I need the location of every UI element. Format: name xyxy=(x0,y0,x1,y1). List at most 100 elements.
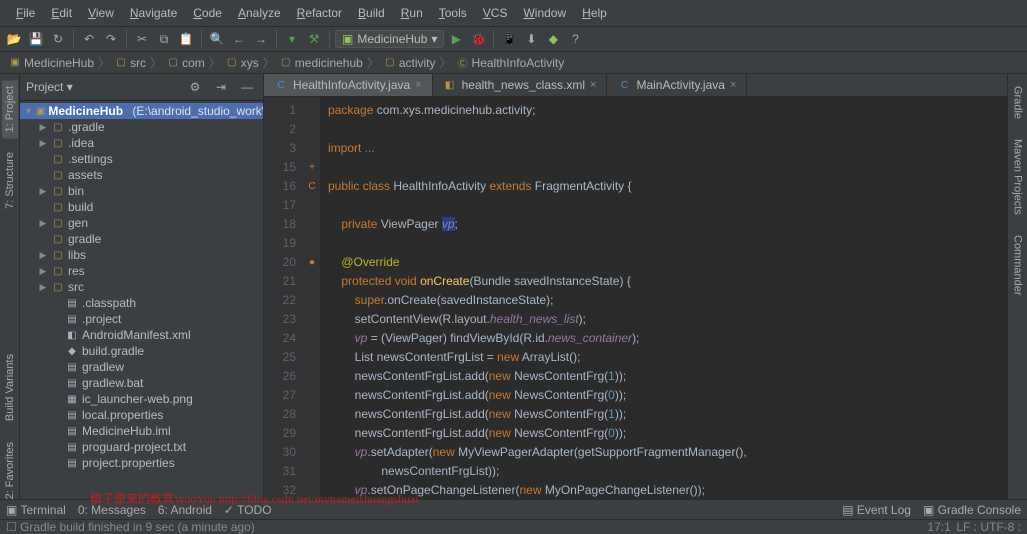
menu-view[interactable]: View xyxy=(80,3,122,23)
menu-navigate[interactable]: Navigate xyxy=(122,3,185,23)
tree-node[interactable]: ▤.classpath xyxy=(20,295,263,311)
close-icon[interactable]: × xyxy=(590,79,596,91)
tab-maven[interactable]: Maven Projects xyxy=(1010,133,1026,221)
copy-icon[interactable]: ⧉ xyxy=(154,29,174,49)
editor-tabs: CHealthInfoActivity.java×◧health_news_cl… xyxy=(264,74,1007,97)
hide-icon[interactable]: — xyxy=(237,77,257,97)
crumb[interactable]: ▣ MedicineHub xyxy=(8,56,94,70)
menu-build[interactable]: Build xyxy=(350,3,393,23)
settings-icon[interactable]: ⚙ xyxy=(185,77,205,97)
find-icon[interactable]: 🔍 xyxy=(207,29,227,49)
folder-icon: ▢ xyxy=(51,216,65,230)
caret-position: 17:1 xyxy=(927,520,950,534)
crumb[interactable]: Ⓒ HealthInfoActivity xyxy=(456,56,565,70)
run-icon[interactable]: ▶ xyxy=(446,29,466,49)
project-tree[interactable]: ▼▣ MedicineHub (E:\android_studio_work\M… xyxy=(20,101,263,505)
collapse-icon[interactable]: ⇥ xyxy=(211,77,231,97)
tree-node[interactable]: ▤proguard-project.txt xyxy=(20,439,263,455)
menu-code[interactable]: Code xyxy=(185,3,230,23)
tab-commander[interactable]: Commander xyxy=(1010,229,1026,302)
tree-node[interactable]: ▤project.properties xyxy=(20,455,263,471)
tab-build-variants[interactable]: Build Variants xyxy=(2,348,18,427)
menu-tools[interactable]: Tools xyxy=(431,3,475,23)
debug-icon[interactable]: 🐞 xyxy=(468,29,488,49)
menu-run[interactable]: Run xyxy=(393,3,431,23)
menu-bar: FileEditViewNavigateCodeAnalyzeRefactorB… xyxy=(0,0,1027,27)
paste-icon[interactable]: 📋 xyxy=(176,29,196,49)
back-icon[interactable]: ← xyxy=(229,29,249,49)
tree-node[interactable]: ▤local.properties xyxy=(20,407,263,423)
tab-event-log[interactable]: ▤ Event Log xyxy=(842,503,911,517)
open-icon[interactable]: 📂 xyxy=(4,29,24,49)
editor-tab[interactable]: CHealthInfoActivity.java× xyxy=(264,74,433,96)
tree-node[interactable]: ▤gradlew xyxy=(20,359,263,375)
crumb[interactable]: ▢ medicinehub xyxy=(279,56,363,70)
folder-icon: ▢ xyxy=(51,248,65,262)
save-icon[interactable]: 💾 xyxy=(26,29,46,49)
forward-icon[interactable]: → xyxy=(251,29,271,49)
tree-node[interactable]: ◆build.gradle xyxy=(20,343,263,359)
menu-help[interactable]: Help xyxy=(574,3,615,23)
tree-node[interactable]: ▤gradlew.bat xyxy=(20,375,263,391)
tree-node[interactable]: ▢assets xyxy=(20,167,263,183)
menu-refactor[interactable]: Refactor xyxy=(289,3,350,23)
tree-node[interactable]: ◧AndroidManifest.xml xyxy=(20,327,263,343)
sync-icon[interactable]: ↻ xyxy=(48,29,68,49)
tree-node[interactable]: ▶▢bin xyxy=(20,183,263,199)
close-icon[interactable]: × xyxy=(415,79,421,91)
file-icon: ▤ xyxy=(65,408,79,422)
tree-node[interactable]: ▶▢.gradle xyxy=(20,119,263,135)
tab-project[interactable]: 1: Project xyxy=(2,80,18,138)
menu-analyze[interactable]: Analyze xyxy=(230,3,289,23)
sdk-icon[interactable]: ⬇ xyxy=(521,29,541,49)
tab-favorites[interactable]: 2: Favorites xyxy=(2,436,18,505)
editor-tab[interactable]: ◧health_news_class.xml× xyxy=(433,74,608,96)
menu-edit[interactable]: Edit xyxy=(43,3,80,23)
tree-node[interactable]: ▢gradle xyxy=(20,231,263,247)
crumb[interactable]: ▢ com xyxy=(166,56,205,70)
cut-icon[interactable]: ✂ xyxy=(132,29,152,49)
help-icon[interactable]: ? xyxy=(565,29,585,49)
tree-node[interactable]: ▢build xyxy=(20,199,263,215)
gutter-icons: +C● xyxy=(304,97,320,505)
folder-icon: ▢ xyxy=(166,56,180,70)
file-icon: C xyxy=(617,78,631,92)
tab-gradle[interactable]: Gradle xyxy=(1010,80,1026,125)
crumb[interactable]: ▢ activity xyxy=(383,56,436,70)
redo-icon[interactable]: ↷ xyxy=(101,29,121,49)
project-view-selector[interactable]: Project ▾ xyxy=(26,80,73,94)
run-config-selector[interactable]: ▣ MedicineHub ▾ xyxy=(335,30,444,48)
tree-node[interactable]: ▶▢.idea xyxy=(20,135,263,151)
menu-file[interactable]: File xyxy=(8,3,43,23)
tab-terminal[interactable]: ▣ Terminal xyxy=(6,503,66,517)
menu-vcs[interactable]: VCS xyxy=(475,3,516,23)
folder-icon: ▢ xyxy=(225,56,239,70)
tree-node[interactable]: ▶▢src xyxy=(20,279,263,295)
undo-icon[interactable]: ↶ xyxy=(79,29,99,49)
code-source[interactable]: package com.xys.medicinehub.activity; im… xyxy=(320,97,1007,505)
tree-node[interactable]: ▤MedicineHub.iml xyxy=(20,423,263,439)
folder-icon: ▢ xyxy=(51,136,65,150)
close-icon[interactable]: × xyxy=(730,79,736,91)
hammer-icon[interactable]: ⚒ xyxy=(304,29,324,49)
left-tool-strip: 1: Project 7: Structure Build Variants 2… xyxy=(0,74,20,505)
tab-structure[interactable]: 7: Structure xyxy=(2,146,18,215)
tree-node[interactable]: ▶▢res xyxy=(20,263,263,279)
crumb[interactable]: ▢ xys xyxy=(225,56,259,70)
tab-gradle-console[interactable]: ▣ Gradle Console xyxy=(923,503,1021,517)
folder-icon: ▢ xyxy=(279,56,293,70)
avd-icon[interactable]: 📱 xyxy=(499,29,519,49)
menu-window[interactable]: Window xyxy=(515,3,574,23)
tree-node[interactable]: ▶▢libs xyxy=(20,247,263,263)
build-icon[interactable]: ▾ xyxy=(282,29,302,49)
tree-root[interactable]: ▼▣ MedicineHub (E:\android_studio_work\M xyxy=(20,103,263,119)
editor-tab[interactable]: CMainActivity.java× xyxy=(607,74,747,96)
tree-node[interactable]: ▤.project xyxy=(20,311,263,327)
tree-node[interactable]: ▶▢gen xyxy=(20,215,263,231)
tree-node[interactable]: ▦ic_launcher-web.png xyxy=(20,391,263,407)
folder-icon: ▢ xyxy=(51,264,65,278)
tree-node[interactable]: ▢.settings xyxy=(20,151,263,167)
crumb[interactable]: ▢ src xyxy=(114,56,146,70)
ddms-icon[interactable]: ◆ xyxy=(543,29,563,49)
file-icon: ▤ xyxy=(65,376,79,390)
